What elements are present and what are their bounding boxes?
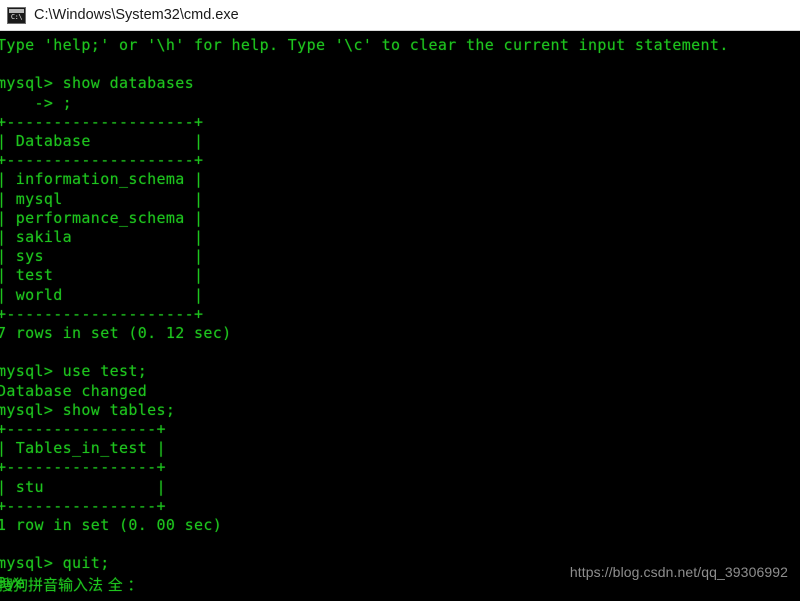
terminal-output: Type 'help;' or '\h' for help. Type '\c'… xyxy=(0,36,729,592)
watermark-text: https://blog.csdn.net/qq_39306992 xyxy=(569,564,788,580)
cmd-icon-prompt-glyph: C:\ xyxy=(10,12,23,21)
window-title: C:\Windows\System32\cmd.exe xyxy=(34,6,239,23)
ime-status-line: 搜狗拼音输入法 全 ： xyxy=(0,576,143,594)
window-titlebar[interactable]: C:\ C:\Windows\System32\cmd.exe xyxy=(0,0,800,31)
terminal-console[interactable]: Type 'help;' or '\h' for help. Type '\c'… xyxy=(0,31,800,601)
cmd-window-icon: C:\ xyxy=(7,6,26,24)
cmd-window: C:\ C:\Windows\System32\cmd.exe Type 'he… xyxy=(0,0,800,601)
